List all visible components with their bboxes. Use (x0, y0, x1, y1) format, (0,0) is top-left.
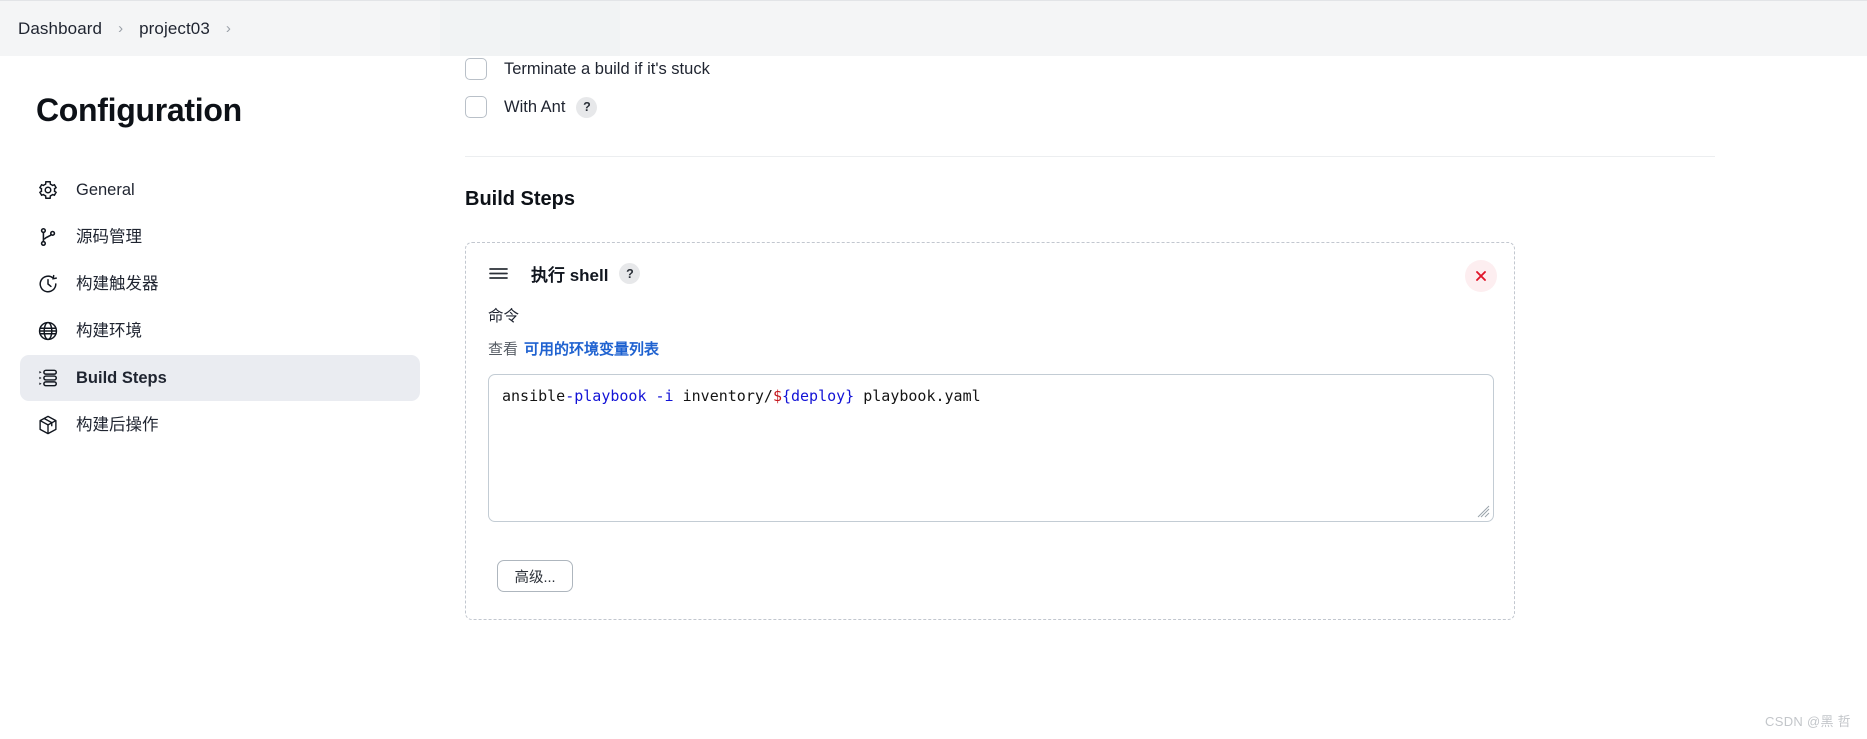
cmd-token: playbook.yaml (854, 387, 981, 405)
breadcrumb-item-project[interactable]: project03 (139, 19, 210, 39)
command-text[interactable]: ansible-playbook -i inventory/${deploy} … (489, 375, 1493, 417)
sidebar-nav: General 源码管理 构建触发器 构建环境 Build Steps 构建后操… (0, 167, 440, 448)
checkbox-terminate-stuck[interactable] (465, 58, 487, 80)
sidebar-item-source-management[interactable]: 源码管理 (20, 214, 420, 260)
close-icon (1476, 271, 1486, 281)
sidebar-item-build-steps[interactable]: Build Steps (20, 355, 420, 401)
sidebar-item-build-environment[interactable]: 构建环境 (20, 308, 420, 354)
section-title-build-steps: Build Steps (465, 188, 576, 210)
command-textarea[interactable]: ansible-playbook -i inventory/${deploy} … (488, 374, 1494, 522)
package-icon (36, 413, 60, 437)
cmd-token (647, 387, 656, 405)
resize-handle-icon[interactable] (1477, 505, 1490, 518)
cmd-token: -playbook (565, 387, 647, 405)
sidebar-item-label: 构建触发器 (76, 274, 159, 293)
sidebar-item-build-triggers[interactable]: 构建触发器 (20, 261, 420, 307)
sidebar-item-label: 构建环境 (76, 321, 142, 340)
sidebar-item-label: General (76, 180, 135, 199)
drag-handle-icon[interactable] (488, 266, 509, 281)
source-branch-icon (36, 225, 60, 249)
breadcrumb-item-dashboard[interactable]: Dashboard (18, 19, 102, 39)
sidebar-item-label: Build Steps (76, 368, 167, 387)
checkbox-label: With Ant (504, 97, 566, 116)
cmd-token: -i (655, 387, 674, 405)
build-step-header: 执行 shell ? (466, 243, 1514, 286)
remove-step-button[interactable] (1465, 260, 1497, 292)
checkbox-label: Terminate a build if it's stuck (504, 59, 710, 78)
cmd-token: ansible (502, 387, 566, 405)
checkbox-with-ant[interactable] (465, 96, 487, 118)
list-steps-icon (36, 366, 60, 390)
watermark: CSDN @黑 哲 (1765, 714, 1851, 729)
page-title: Configuration (36, 92, 242, 128)
env-variables-link[interactable]: 可用的环境变量列表 (524, 341, 659, 358)
checkbox-row-terminate-stuck: Terminate a build if it's stuck (465, 58, 1867, 80)
sidebar-item-label: 源码管理 (76, 227, 142, 246)
env-prefix-text: 查看 (488, 341, 519, 358)
breadcrumb-separator-icon: › (225, 20, 231, 37)
sidebar-item-general[interactable]: General (20, 167, 420, 213)
cmd-token: {deploy} (781, 387, 855, 405)
breadcrumb-separator-icon: › (118, 20, 124, 37)
globe-icon (36, 319, 60, 343)
section-divider (465, 156, 1715, 157)
main-content: Terminate a build if it's stuck With Ant… (440, 56, 1867, 739)
build-step-title: 执行 shell (531, 266, 609, 285)
cmd-token: inventory/ (673, 387, 773, 405)
env-variables-line: 查看 可用的环境变量列表 (488, 338, 1514, 359)
build-step-card: 执行 shell ? 命令 查看 可用的环境变量列表 ansible-playbo… (465, 242, 1515, 620)
help-icon[interactable]: ? (619, 263, 641, 284)
cmd-token: $ (772, 387, 782, 405)
sidebar-item-post-build-actions[interactable]: 构建后操作 (20, 402, 420, 448)
advanced-button[interactable]: 高级... (497, 560, 573, 592)
checkbox-row-with-ant: With Ant ? (465, 96, 1867, 118)
help-icon[interactable]: ? (576, 96, 598, 118)
sidebar: Configuration General 源码管理 构建触发器 构建环境 Bu… (0, 56, 440, 739)
breadcrumb: Dashboard › project03 › (0, 0, 1867, 57)
clock-icon (36, 272, 60, 296)
gear-icon (36, 178, 60, 202)
command-field-label: 命令 (488, 308, 520, 325)
sidebar-item-label: 构建后操作 (76, 415, 159, 434)
